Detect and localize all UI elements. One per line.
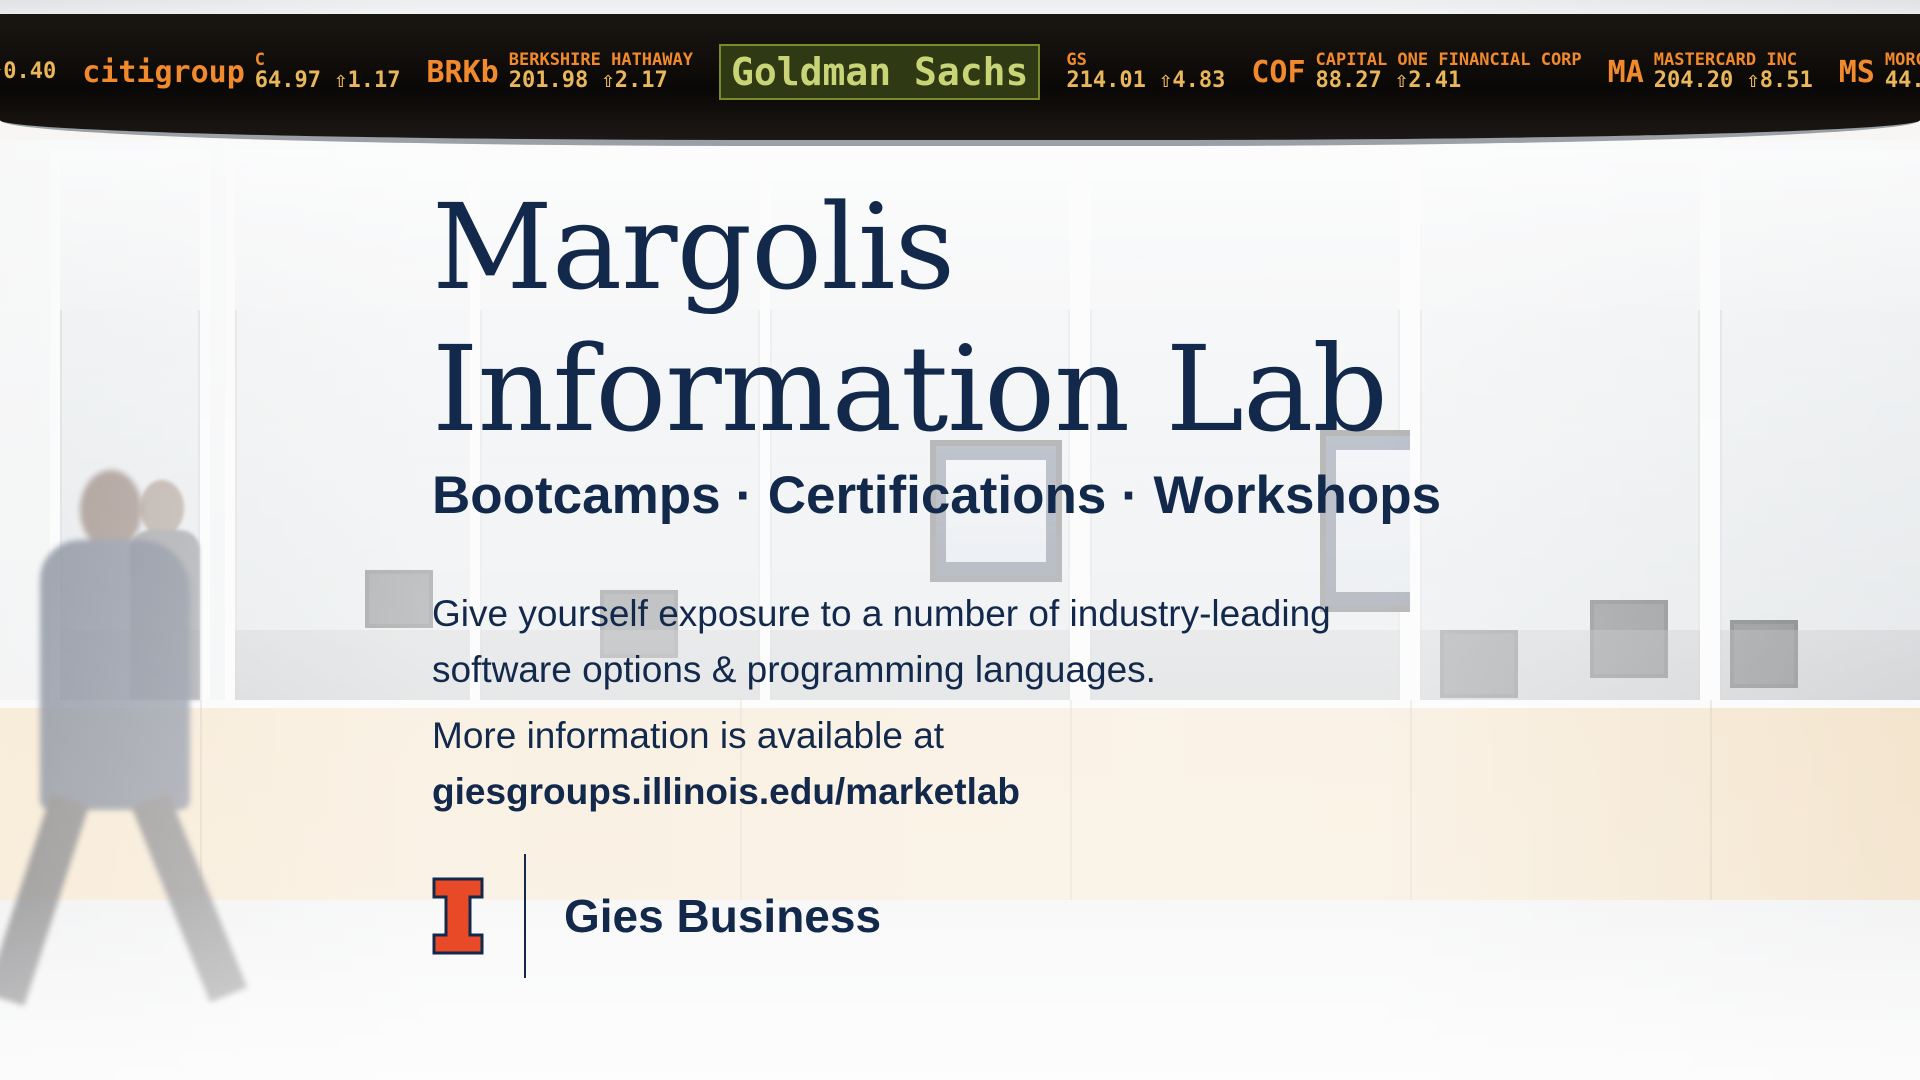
ticker-highlight: Goldman Sachs [718, 44, 1041, 100]
ticker-quote: 204.20 ⇧8.51 [1653, 68, 1813, 94]
title-line-2: Information Lab [432, 320, 1388, 458]
brand-divider [524, 854, 526, 978]
hero-content: Margolis Information Lab Bootcamps · Cer… [432, 176, 1632, 820]
more-info-label: More information is available at [432, 715, 945, 756]
ticker-name: C [254, 49, 266, 70]
ticker-quote: 64.97 ⇧1.17 [254, 68, 401, 94]
ticker-name: MORGAN [1884, 49, 1920, 70]
ticker-track: ⇧0.40 citigroup C64.97 ⇧1.17 BRKb BERKSHIRE … [0, 44, 1920, 100]
more-info-link[interactable]: giesgroups.illinois.edu/marketlab [432, 764, 1632, 820]
ticker-quote: 88.27 ⇧2.41 [1315, 68, 1462, 94]
title-line-1: Margolis [432, 178, 955, 316]
ticker-quote: 214.01 ⇧4.83 [1066, 68, 1226, 94]
more-info: More information is available at giesgro… [432, 708, 1632, 820]
description: Give yourself exposure to a number of in… [432, 593, 1331, 690]
ticker-item: citigroup C 64.97 ⇧1.17 [82, 49, 401, 94]
ticker-symbol: Goldman Sachs [730, 50, 1029, 94]
subtitle: Bootcamps · Certifications · Workshops [432, 466, 1442, 525]
ticker-name: BERKSHIRE HATHAWAY [508, 49, 693, 70]
ticker-quote: 201.98 ⇧2.17 [508, 68, 668, 94]
ticker-item: COF CAPITAL ONE FINANCIAL CORP 88.27 ⇧2.41 [1251, 49, 1582, 94]
ticker-item: MS MORGAN44.55 [1838, 49, 1920, 94]
ticker-symbol: COF [1251, 54, 1306, 90]
ticker-item: BRKb BERKSHIRE HATHAWAY 201.98 ⇧2.17 [426, 49, 693, 94]
ticker-item: MA MASTERCARD INC 204.20 ⇧8.51 [1607, 49, 1813, 94]
ticker-name: MASTERCARD INC [1653, 49, 1798, 70]
ticker-item: ⇧0.40 [0, 60, 56, 83]
block-i-logo-svg [432, 877, 484, 955]
ticker-symbol: BRKb [426, 54, 499, 90]
ticker-name: CAPITAL ONE FINANCIAL CORP [1315, 49, 1582, 70]
ticker-symbol: MA [1607, 54, 1644, 90]
page-title: Margolis Information Lab [432, 176, 1632, 460]
ticker-symbol: citigroup [82, 54, 245, 90]
ticker-quote: 44.55 [1884, 68, 1920, 94]
ticker-quote: ⇧0.40 [0, 59, 57, 85]
stock-ticker: ⇧0.40 citigroup C64.97 ⇧1.17 BRKb BERKSHIRE … [0, 14, 1920, 146]
block-i-logo [432, 877, 484, 955]
ticker-name: GS [1066, 49, 1087, 70]
ticker-symbol: MS [1838, 54, 1875, 90]
brand-lockup: Gies Business [432, 854, 881, 978]
ticker-item: GS 214.01 ⇧4.83 [1066, 49, 1226, 94]
brand-name: Gies Business [564, 890, 882, 942]
